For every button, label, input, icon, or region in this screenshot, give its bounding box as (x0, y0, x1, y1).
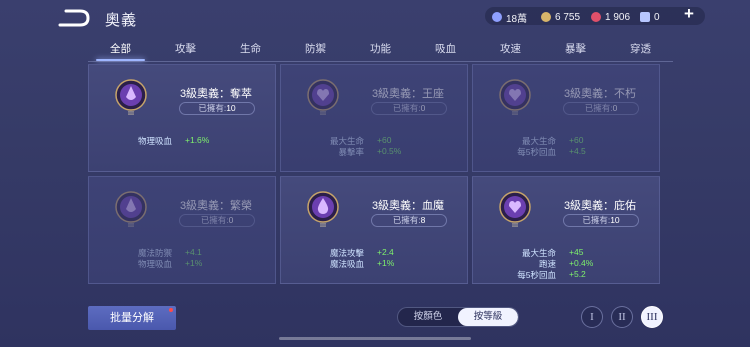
stat-row: 物理吸血 +1% (89, 258, 277, 269)
resource-gem: 1 906 (591, 10, 630, 24)
tab-divider (88, 61, 673, 62)
tab-lifesteal[interactable]: 吸血 (413, 40, 478, 62)
stat-value: +2.4 (377, 247, 394, 257)
stat-row: 每5秒回血 +5.2 (473, 269, 661, 280)
arcana-card-blessing[interactable]: III 3級奧義：庇佑 已擁有:10 最大生命 +45 跑速 +0.4% 每5秒… (472, 176, 660, 284)
category-tabs: 全部 攻擊 生命 防禦 功能 吸血 攻速 暴擊 穿透 (88, 40, 673, 62)
owned-count-badge: 已擁有:10 (563, 214, 639, 227)
gold-coin-icon (541, 12, 551, 22)
stat-name: 物理吸血 (137, 136, 172, 146)
resource-gold-value: 6 755 (555, 11, 581, 23)
stat-row: 跑速 +0.4% (473, 258, 661, 269)
arcana-name: 3級奧義：血魔 (371, 200, 445, 212)
stat-row: 魔法攻擊 +2.4 (281, 247, 469, 258)
stat-name: 魔法吸血 (329, 259, 364, 269)
stat-value: +1% (377, 258, 395, 268)
back-arrow-icon (58, 9, 90, 27)
stat-name: 每5秒回血 (517, 270, 556, 280)
svg-text:III: III (128, 223, 134, 229)
owned-count-badge: 已擁有:0 (563, 102, 639, 115)
arcana-name: 3級奧義：不朽 (563, 88, 637, 100)
arcana-name: 3級奧義：王座 (371, 88, 445, 100)
stat-row: 暴擊率 +0.5% (281, 146, 469, 157)
stat-row: 物理吸血 +1.6% (89, 135, 277, 146)
batch-decompose-button[interactable]: 批量分解 (88, 306, 176, 330)
resource-gem-value: 1 906 (605, 11, 631, 23)
stat-name: 物理吸血 (137, 259, 172, 269)
stat-value: +4.5 (569, 146, 586, 156)
stat-value: +0.5% (377, 146, 402, 156)
resource-diamond-value: 18萬 (506, 13, 528, 25)
level-filter-2[interactable]: II (611, 306, 633, 328)
stat-row: 魔法吸血 +1% (281, 258, 469, 269)
ticket-icon (640, 12, 650, 22)
home-indicator (279, 337, 471, 340)
resource-ticket-value: 0 (654, 11, 660, 23)
add-resource-button[interactable]: + (684, 4, 694, 24)
stat-row: 每5秒回血 +4.5 (473, 146, 661, 157)
tab-health[interactable]: 生命 (218, 40, 283, 62)
stat-value: +5.2 (569, 269, 586, 279)
resource-diamond: 18萬 (492, 10, 528, 25)
tab-utility[interactable]: 功能 (348, 40, 413, 62)
batch-decompose-label: 批量分解 (110, 312, 154, 324)
arcana-name: 3級奧義：庇佑 (563, 200, 637, 212)
arcana-name: 3級奧義：繁榮 (179, 200, 253, 212)
stat-row: 最大生命 +45 (473, 247, 661, 258)
svg-text:III: III (512, 111, 518, 117)
svg-text:III: III (320, 223, 326, 229)
arcana-heart-emblem-icon: III (307, 79, 339, 117)
red-gem-icon (591, 12, 601, 22)
stat-row: 魔法防禦 +4.1 (89, 247, 277, 258)
tab-penetration[interactable]: 穿透 (608, 40, 673, 62)
stat-value: +45 (569, 247, 584, 257)
level-filter-1[interactable]: I (581, 306, 603, 328)
svg-text:III: III (128, 111, 134, 117)
sort-by-color-button[interactable]: 按顏色 (398, 308, 458, 326)
stat-row: 最大生命 +60 (473, 135, 661, 146)
owned-count-badge: 已擁有:8 (371, 214, 447, 227)
resource-gold: 6 755 (541, 10, 580, 24)
top-bar: 奧義 18萬 6 755 1 906 0 + (0, 0, 750, 36)
stat-value: +1% (185, 258, 203, 268)
stat-value: +60 (569, 135, 584, 145)
arcana-card-blood-demon[interactable]: III 3級奧義：血魔 已擁有:8 魔法攻擊 +2.4 魔法吸血 +1% (280, 176, 468, 284)
svg-text:III: III (320, 111, 326, 117)
notification-dot (169, 308, 173, 312)
tab-all[interactable]: 全部 (88, 40, 153, 62)
stat-value: +4.1 (185, 247, 202, 257)
tab-defense[interactable]: 防禦 (283, 40, 348, 62)
arcana-purple-emblem-icon: III (115, 79, 147, 117)
resource-ticket: 0 (640, 10, 660, 24)
page-title: 奧義 (105, 12, 138, 29)
arcana-heart-emblem-icon: III (499, 191, 531, 229)
stat-row: 最大生命 +60 (281, 135, 469, 146)
tab-attack-speed[interactable]: 攻速 (478, 40, 543, 62)
arcana-purple-emblem-icon: III (115, 191, 147, 229)
tab-attack[interactable]: 攻擊 (153, 40, 218, 62)
arcana-card-immortal[interactable]: III 3級奧義：不朽 已擁有:0 最大生命 +60 每5秒回血 +4.5 (472, 64, 660, 172)
sort-by-level-button[interactable]: 按等級 (458, 308, 518, 326)
owned-count-badge: 已擁有:0 (179, 214, 255, 227)
sort-toggle: 按顏色 按等級 (397, 307, 519, 327)
stat-name: 暴擊率 (338, 147, 364, 157)
owned-count-badge: 已擁有:0 (371, 102, 447, 115)
stat-name: 每5秒回血 (517, 147, 556, 157)
level-filter-3[interactable]: III (641, 306, 663, 328)
arcana-name: 3級奧義：奪萃 (179, 88, 253, 100)
owned-count-badge: 已擁有:10 (179, 102, 255, 115)
arcana-card-throne[interactable]: III 3級奧義：王座 已擁有:0 最大生命 +60 暴擊率 +0.5% (280, 64, 468, 172)
arcana-card-prosperity[interactable]: III 3級奧義：繁榮 已擁有:0 魔法防禦 +4.1 物理吸血 +1% (88, 176, 276, 284)
stat-value: +0.4% (569, 258, 594, 268)
tab-critical[interactable]: 暴擊 (543, 40, 608, 62)
svg-text:III: III (512, 223, 518, 229)
diamond-icon (492, 12, 502, 22)
arcana-heart-emblem-icon: III (499, 79, 531, 117)
stat-value: +1.6% (185, 135, 210, 145)
stat-value: +60 (377, 135, 392, 145)
back-button[interactable] (58, 9, 90, 27)
arcana-blood-drop-emblem-icon: III (307, 191, 339, 229)
arcana-card-plunder[interactable]: III 3級奧義：奪萃 已擁有:10 物理吸血 +1.6% (88, 64, 276, 172)
